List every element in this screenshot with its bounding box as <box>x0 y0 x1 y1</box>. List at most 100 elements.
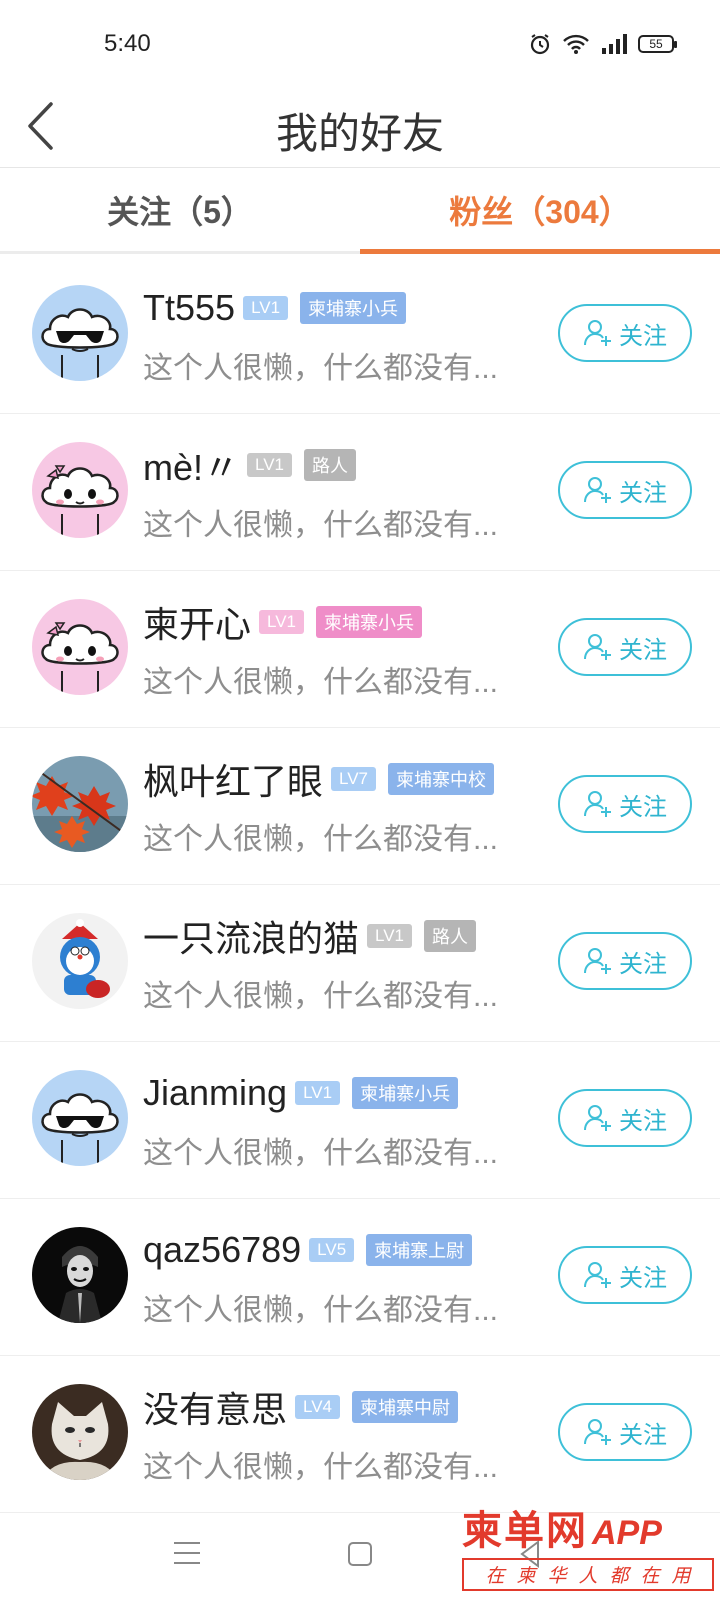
user-bio: 这个人很懒，什么都没有... <box>143 823 499 856</box>
user-bio: 这个人很懒，什么都没有... <box>143 1137 499 1170</box>
level-badge: LV5 <box>309 1238 355 1262</box>
joker-photo <box>32 1227 128 1323</box>
user-name: 柬开心 <box>143 604 252 645</box>
user-bio: 这个人很懒，什么都没有... <box>143 1451 499 1484</box>
alarm-icon <box>530 34 550 55</box>
name-line: Jianming LV1 柬埔寨小兵 <box>143 1070 459 1116</box>
header: 我的好友 <box>0 84 720 168</box>
wifi-icon <box>563 34 589 54</box>
tab-fans[interactable]: 粉丝（304） <box>360 168 720 254</box>
follow-label: 关注 <box>619 950 667 978</box>
follow-button[interactable]: 关注 <box>558 304 692 362</box>
app-watermark: 柬单网 APP 在柬华人都在用 <box>462 1498 714 1596</box>
add-user-icon <box>584 1419 611 1445</box>
cloud-sunglasses-icon <box>32 285 128 381</box>
name-line: mè!〃 LV1 路人 <box>143 442 357 488</box>
follow-button[interactable]: 关注 <box>558 1246 692 1304</box>
maple-leaves-photo <box>32 756 128 852</box>
status-icons: 55 <box>528 32 677 56</box>
avatar[interactable] <box>32 285 128 381</box>
level-badge: LV1 <box>247 453 293 477</box>
watermark-slogan: 在柬华人都在用 <box>462 1558 714 1591</box>
avatar[interactable] <box>32 599 128 695</box>
follow-button[interactable]: 关注 <box>558 618 692 676</box>
add-user-icon <box>584 1262 611 1288</box>
tab-following[interactable]: 关注（5） <box>0 168 360 251</box>
cloud-girl-icon <box>32 599 128 695</box>
list-item[interactable]: 没有意思 LV4 柬埔寨中尉 这个人很懒，什么都没有... 关注 <box>0 1356 720 1513</box>
user-name: 一只流浪的猫 <box>143 918 360 959</box>
user-bio: 这个人很懒，什么都没有... <box>143 509 499 542</box>
user-bio: 这个人很懒，什么都没有... <box>143 980 499 1013</box>
follow-label: 关注 <box>619 1421 667 1449</box>
follow-button[interactable]: 关注 <box>558 461 692 519</box>
name-line: 没有意思 LV4 柬埔寨中尉 <box>143 1384 459 1430</box>
level-badge: LV1 <box>259 610 305 634</box>
home-nav-button[interactable] <box>348 1542 372 1566</box>
avatar[interactable] <box>32 442 128 538</box>
level-badge: LV7 <box>331 767 377 791</box>
rank-badge: 柬埔寨小兵 <box>316 606 423 638</box>
rank-badge: 柬埔寨中校 <box>388 763 495 795</box>
rank-badge: 路人 <box>424 920 477 952</box>
watermark-app: APP <box>592 1514 662 1552</box>
name-line: 柬开心 LV1 柬埔寨小兵 <box>143 599 423 645</box>
status-bar: 5:40 55 <box>0 0 720 84</box>
list-item[interactable]: Tt555 LV1 柬埔寨小兵 这个人很懒，什么都没有... 关注 <box>0 257 720 414</box>
cat-photo <box>32 1384 128 1480</box>
add-user-icon <box>584 1105 611 1131</box>
follow-button[interactable]: 关注 <box>558 1403 692 1461</box>
follow-label: 关注 <box>619 636 667 664</box>
user-bio: 这个人很懒，什么都没有... <box>143 1294 499 1327</box>
name-line: 一只流浪的猫 LV1 路人 <box>143 913 477 959</box>
watermark-brand: 柬单网 <box>462 1508 588 1554</box>
status-time: 5:40 <box>104 30 151 57</box>
user-name: Tt555 <box>143 287 236 328</box>
battery-icon: 55 <box>638 35 677 53</box>
list-item[interactable]: 一只流浪的猫 LV1 路人 这个人很懒，什么都没有... 关注 <box>0 885 720 1042</box>
avatar[interactable] <box>32 1384 128 1480</box>
level-badge: LV1 <box>295 1081 341 1105</box>
rank-badge: 柬埔寨小兵 <box>300 292 407 324</box>
list-item[interactable]: mè!〃 LV1 路人 这个人很懒，什么都没有... 关注 <box>0 414 720 571</box>
fans-list: Tt555 LV1 柬埔寨小兵 这个人很懒，什么都没有... 关注 mè!〃 L… <box>0 257 720 1513</box>
add-user-icon <box>584 634 611 660</box>
list-item[interactable]: qaz56789 LV5 柬埔寨上尉 这个人很懒，什么都没有... 关注 <box>0 1199 720 1356</box>
user-bio: 这个人很懒，什么都没有... <box>143 352 499 385</box>
user-bio: 这个人很懒，什么都没有... <box>143 666 499 699</box>
rank-badge: 柬埔寨中尉 <box>352 1391 459 1423</box>
rank-badge: 柬埔寨小兵 <box>352 1077 459 1109</box>
name-line: 枫叶红了眼 LV7 柬埔寨中校 <box>143 756 495 802</box>
list-item[interactable]: 柬开心 LV1 柬埔寨小兵 这个人很懒，什么都没有... 关注 <box>0 571 720 728</box>
menu-nav-button[interactable] <box>174 1542 200 1566</box>
user-name: qaz56789 <box>143 1229 302 1270</box>
list-item[interactable]: 枫叶红了眼 LV7 柬埔寨中校 这个人很懒，什么都没有... 关注 <box>0 728 720 885</box>
cloud-sunglasses-icon <box>32 1070 128 1166</box>
avatar[interactable] <box>32 913 128 1009</box>
doraemon-photo <box>32 913 128 1009</box>
follow-button[interactable]: 关注 <box>558 932 692 990</box>
avatar[interactable] <box>32 756 128 852</box>
tab-bar: 关注（5） 粉丝（304） <box>0 168 720 254</box>
follow-label: 关注 <box>619 322 667 350</box>
user-name: 没有意思 <box>143 1389 288 1430</box>
follow-button[interactable]: 关注 <box>558 1089 692 1147</box>
user-name: 枫叶红了眼 <box>143 761 324 802</box>
add-user-icon <box>584 791 611 817</box>
list-item[interactable]: Jianming LV1 柬埔寨小兵 这个人很懒，什么都没有... 关注 <box>0 1042 720 1199</box>
signal-icon <box>602 34 627 54</box>
add-user-icon <box>584 320 611 346</box>
add-user-icon <box>584 948 611 974</box>
level-badge: LV1 <box>367 924 413 948</box>
follow-button[interactable]: 关注 <box>558 775 692 833</box>
add-user-icon <box>584 477 611 503</box>
avatar[interactable] <box>32 1070 128 1166</box>
user-name: mè!〃 <box>143 447 240 488</box>
rank-badge: 柬埔寨上尉 <box>366 1234 473 1266</box>
name-line: Tt555 LV1 柬埔寨小兵 <box>143 285 407 331</box>
cloud-girl-icon <box>32 442 128 538</box>
follow-label: 关注 <box>619 479 667 507</box>
page-title: 我的好友 <box>275 110 444 157</box>
user-name: Jianming <box>143 1072 288 1113</box>
avatar[interactable] <box>32 1227 128 1323</box>
